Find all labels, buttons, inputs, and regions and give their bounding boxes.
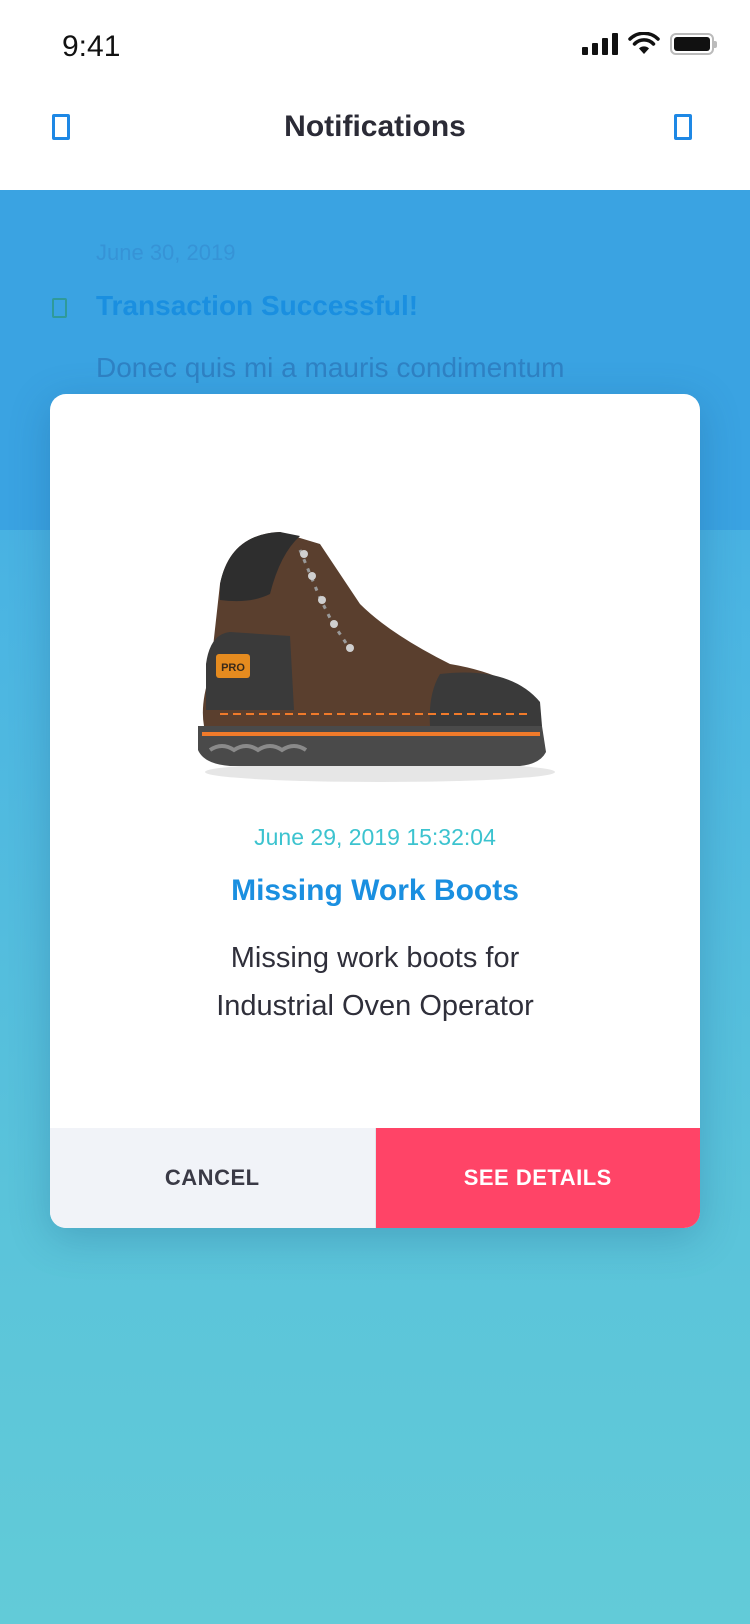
modal-date: June 29, 2019 15:32:04: [254, 824, 496, 850]
cancel-button[interactable]: CANCEL: [50, 1128, 376, 1228]
status-time: 9:41: [62, 30, 121, 63]
work-boot-image: PRO: [198, 532, 555, 782]
modal-body-line-1: Missing work boots for: [230, 942, 520, 974]
cellular-signal-icon: [582, 33, 618, 55]
notification-title: Transaction Successful!: [96, 290, 419, 321]
modal-actions: CANCEL SEE DETAILS: [50, 1128, 700, 1228]
notification-body: Donec quis mi a mauris condimentum: [96, 352, 565, 383]
page-title: Notifications: [284, 110, 466, 143]
svg-text:PRO: PRO: [221, 662, 245, 674]
modal-body-line-2: Industrial Oven Operator: [216, 990, 534, 1022]
notification-icon: [52, 298, 67, 318]
notification-modal: PRO June 29, 2019 15:32:04 Missing Work …: [50, 394, 700, 1228]
modal-body: Missing work boots for Industrial Oven O…: [110, 934, 640, 1030]
menu-icon[interactable]: [674, 114, 692, 140]
wifi-icon: [628, 32, 660, 54]
battery-icon: [670, 33, 717, 55]
see-details-button[interactable]: SEE DETAILS: [375, 1128, 700, 1228]
status-icons: [582, 32, 717, 56]
status-bar: 9:41: [0, 0, 750, 90]
modal-title: Missing Work Boots: [231, 874, 519, 907]
notification-date: June 30, 2019: [96, 240, 236, 265]
navigation-bar: Notifications: [0, 90, 750, 190]
